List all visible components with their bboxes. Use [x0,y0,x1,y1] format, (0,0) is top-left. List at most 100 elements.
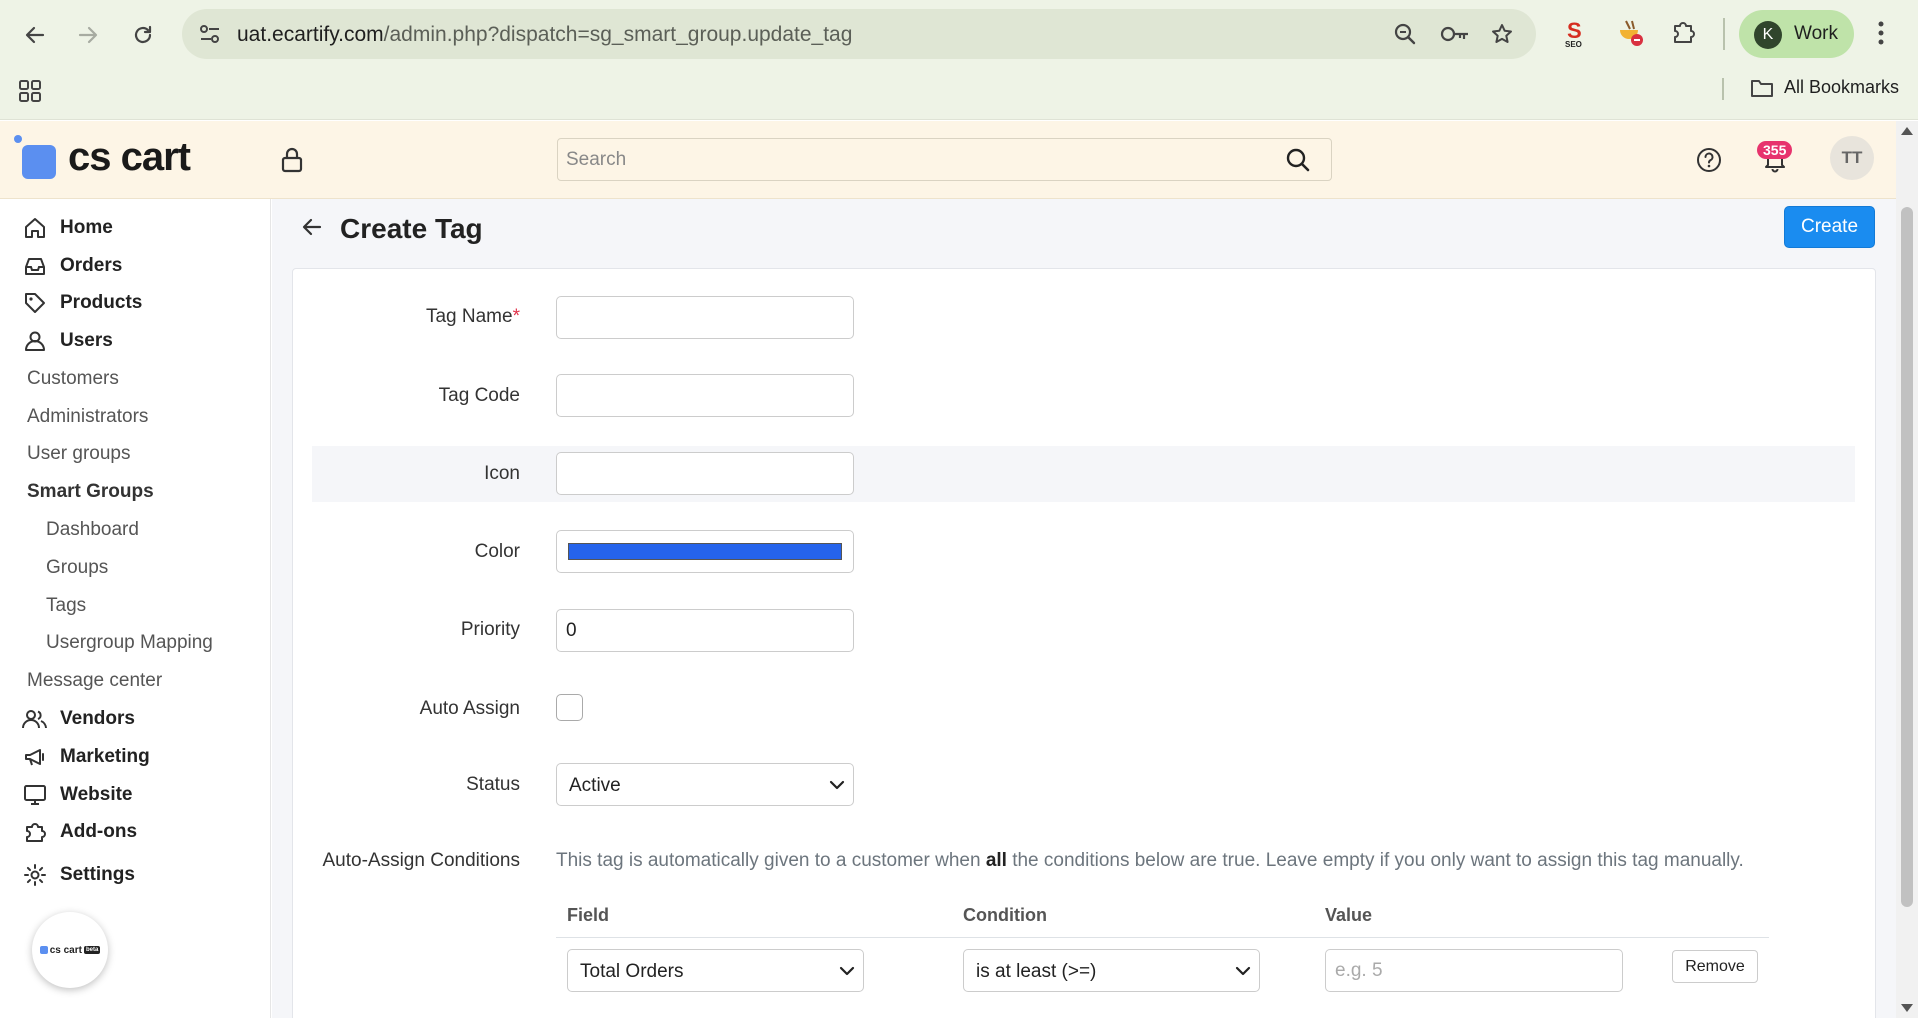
logo-mark-icon [39,946,48,954]
noodle-extension-icon[interactable] [1616,18,1646,53]
tag-name-input[interactable] [556,296,854,339]
bookmark-star-icon[interactable] [1490,22,1514,46]
logo-mark-icon [14,134,56,179]
help-text-part: the conditions below are true. Leave emp… [1006,850,1744,871]
lock-icon[interactable] [280,147,304,178]
sidebar-item-tags[interactable]: Tags [46,595,86,617]
scroll-down-arrow-icon[interactable] [1901,1004,1913,1012]
chevron-down-icon [839,966,855,976]
tag-name-label-text: Tag Name [425,306,513,327]
color-swatch-fill [568,543,842,560]
page-title: Create Tag [340,213,483,244]
sidebar-item-website[interactable]: Website [22,782,133,808]
user-icon [22,328,48,354]
auto-assign-label: Auto Assign [419,698,520,719]
bookmarks-separator [1722,78,1724,100]
browser-menu-button[interactable] [1877,20,1885,51]
back-nav-button[interactable] [18,18,52,52]
reload-icon [134,25,152,44]
row-highlight [312,446,1855,502]
monitor-icon [22,782,48,808]
sidebar-item-home[interactable]: Home [22,215,113,241]
site-settings-icon[interactable] [199,24,221,44]
status-label: Status [466,774,520,795]
gear-icon [22,862,48,888]
megaphone-icon [22,744,48,770]
priority-input[interactable] [556,609,854,652]
sidebar-item-addons[interactable]: Add-ons [22,819,137,845]
sidebar-item-customers[interactable]: Customers [27,368,119,390]
password-key-icon[interactable] [1440,22,1470,46]
sidebar-item-settings[interactable]: Settings [22,862,135,888]
search-input[interactable] [566,149,1246,171]
sidebar-item-groups[interactable]: Groups [46,557,108,579]
zoom-icon[interactable] [1393,22,1417,46]
sidebar-item-label: Products [60,292,143,313]
sidebar-item-products[interactable]: Products [22,290,142,316]
logo-text: cs cart [68,135,191,179]
url-path: /admin.php?dispatch=sg_smart_group.updat… [383,23,853,46]
profile-avatar: K [1754,21,1782,49]
admin-search-box[interactable] [557,138,1332,181]
tag-code-input[interactable] [556,374,854,417]
cs-cart-mini-logo[interactable]: cs cart beta [32,912,108,988]
tag-form-card: Tag Name* Tag Code Icon Color Priority A… [292,268,1876,1018]
forward-nav-button[interactable] [71,18,105,52]
sidebar-item-label: Settings [60,864,135,885]
sidebar-item-orders[interactable]: Orders [22,253,122,279]
arrow-left-icon [25,26,45,44]
app-header: cs cart 355 TT [0,121,1896,199]
table-header-divider [556,937,1769,938]
help-icon[interactable] [1696,147,1722,178]
sidebar-item-administrators[interactable]: Administrators [27,406,148,428]
back-button[interactable] [300,215,324,244]
reload-button[interactable] [126,18,160,52]
condition-value-input[interactable] [1325,949,1623,992]
all-bookmarks-button[interactable]: All Bookmarks [1750,77,1899,98]
sidebar-item-label: Website [60,784,133,805]
inbox-icon [22,253,48,279]
status-select[interactable]: Active [556,763,854,806]
scroll-up-arrow-icon[interactable] [1901,127,1913,135]
arrow-left-icon [302,218,322,236]
icon-input[interactable] [556,452,854,495]
cs-cart-logo[interactable]: cs cart [14,134,191,180]
conditions-label: Auto-Assign Conditions [322,850,521,871]
seo-extension-icon[interactable]: S SEO [1562,18,1590,53]
users-group-icon [22,706,48,732]
remove-condition-button[interactable]: Remove [1672,950,1758,983]
extensions-puzzle-icon[interactable] [1671,18,1697,49]
sidebar-item-users[interactable]: Users [22,328,113,354]
sidebar-item-label: Users [60,330,113,351]
status-select-value: Active [569,775,621,796]
scrollbar-thumb[interactable] [1901,207,1913,907]
sidebar-item-vendors[interactable]: Vendors [22,706,135,732]
condition-operator-select[interactable]: is at least (>=) [963,949,1260,992]
help-text-emphasis: all [985,850,1007,871]
chevron-down-icon [1235,966,1251,976]
address-bar[interactable]: uat.ecartify.com/admin.php?dispatch=sg_s… [182,9,1536,59]
sidebar-item-usergroup-mapping[interactable]: Usergroup Mapping [46,632,213,654]
seo-extension-label: SEO [1565,40,1582,48]
sidebar-item-user-groups[interactable]: User groups [27,443,131,465]
color-picker[interactable] [556,530,854,573]
main-content: Create Tag Create Tag Name* Tag Code Ico… [272,199,1896,1018]
user-avatar[interactable]: TT [1830,136,1874,180]
tag-name-label: Tag Name* [426,306,520,328]
home-icon [22,215,48,241]
profile-label: Work [1794,23,1838,44]
page-scrollbar[interactable] [1896,121,1918,1018]
sidebar-item-smart-groups[interactable]: Smart Groups [27,481,154,503]
sidebar-item-marketing[interactable]: Marketing [22,744,150,770]
sidebar-item-dashboard[interactable]: Dashboard [46,519,139,541]
auto-assign-checkbox[interactable] [556,694,583,721]
create-button[interactable]: Create [1784,206,1875,248]
puzzle-icon [22,819,48,845]
color-label: Color [474,541,520,562]
sidebar-item-message-center[interactable]: Message center [27,670,162,692]
search-button[interactable] [1285,147,1311,178]
apps-grid-icon[interactable] [18,79,42,108]
profile-chip[interactable]: K Work [1739,10,1854,58]
condition-field-select[interactable]: Total Orders [567,949,864,992]
tag-code-label: Tag Code [438,385,520,406]
